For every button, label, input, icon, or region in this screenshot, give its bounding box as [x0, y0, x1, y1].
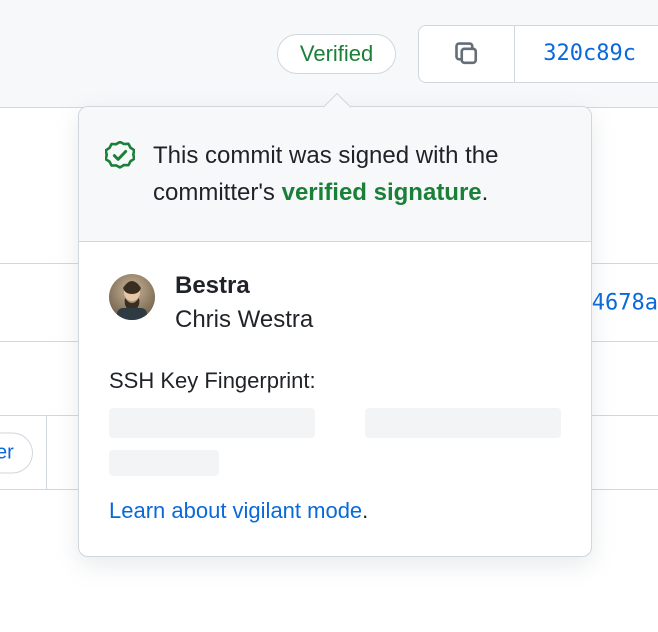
- verified-badge-label: Verified: [300, 41, 373, 67]
- bg-sha-link[interactable]: 4678a: [592, 290, 658, 315]
- verified-badge[interactable]: Verified: [277, 34, 396, 74]
- verified-shield-icon: [105, 137, 135, 211]
- signer-names: Bestra Chris Westra: [175, 272, 313, 334]
- commit-sha-link[interactable]: 320c89c: [514, 25, 658, 83]
- commit-header-bar: Verified 320c89c: [0, 0, 658, 108]
- fingerprint-redacted-3: [109, 450, 219, 476]
- fingerprint-label: SSH Key Fingerprint:: [109, 368, 561, 394]
- signer-fullname: Chris Westra: [175, 306, 313, 334]
- sha-group: 320c89c: [418, 25, 658, 83]
- avatar[interactable]: [109, 274, 155, 320]
- signer-login[interactable]: Bestra: [175, 272, 313, 300]
- learn-vigilant-mode-link[interactable]: Learn about vigilant mode.: [109, 498, 368, 524]
- fingerprint-redacted-row: [109, 408, 561, 438]
- period-2: .: [362, 498, 368, 523]
- copy-sha-button[interactable]: [418, 25, 514, 83]
- popover-message: This commit was signed with the committe…: [153, 137, 561, 211]
- commit-header-actions: Verified 320c89c: [277, 25, 658, 83]
- fingerprint-redacted-1: [109, 408, 315, 438]
- period: .: [482, 179, 489, 206]
- popover-header: This commit was signed with the committe…: [79, 107, 591, 242]
- commit-sha-text: 320c89c: [543, 41, 636, 66]
- popover-body: Bestra Chris Westra SSH Key Fingerprint:…: [79, 242, 591, 556]
- fingerprint-redacted-2: [365, 408, 561, 438]
- cell-divider: [46, 416, 47, 489]
- bg-partial-pill[interactable]: er: [0, 432, 33, 473]
- verified-signature-link[interactable]: verified signature: [282, 179, 482, 206]
- copy-icon: [453, 40, 481, 68]
- signature-popover: This commit was signed with the committe…: [78, 106, 592, 557]
- signer-row: Bestra Chris Westra: [109, 272, 561, 334]
